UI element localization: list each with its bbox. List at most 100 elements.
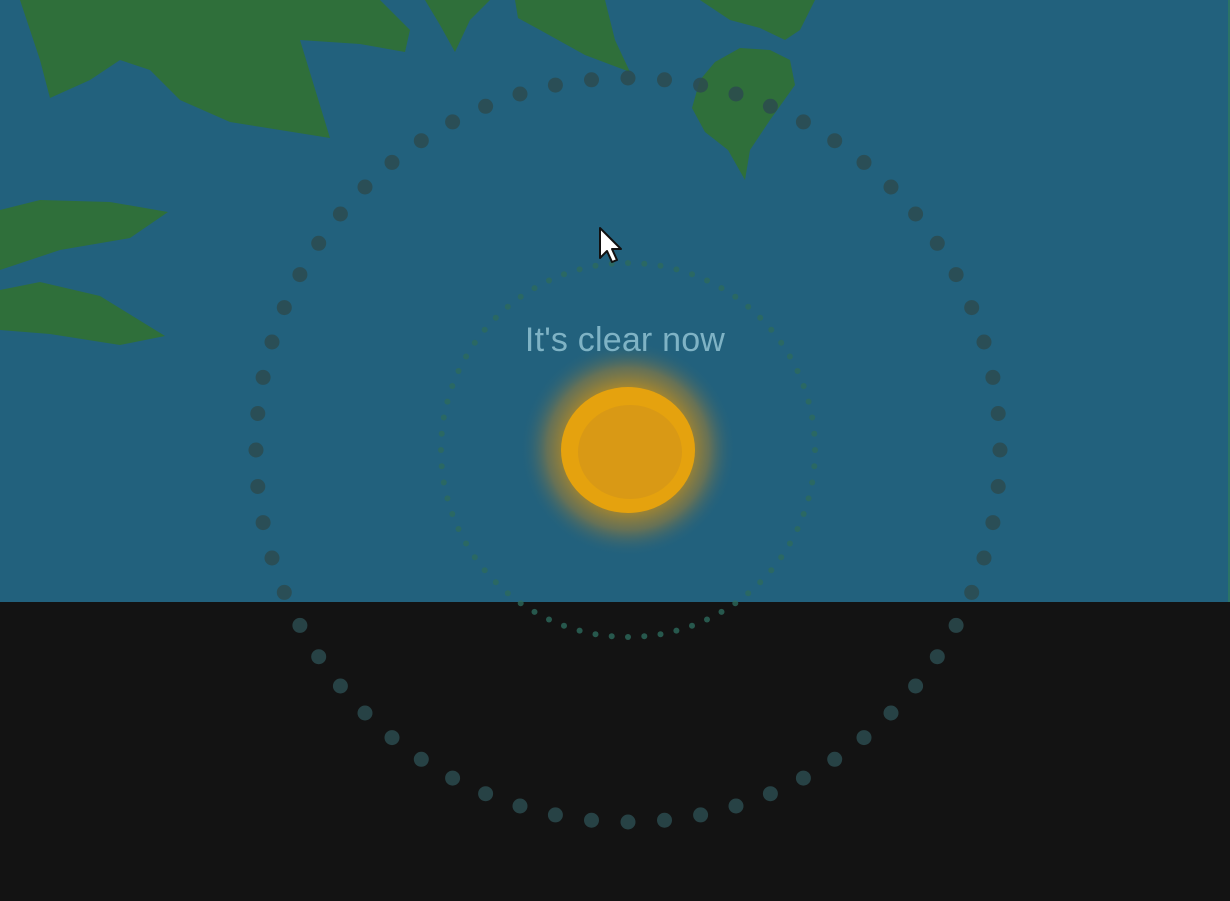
orbit-dot [795,770,811,786]
orbit-dot [625,260,631,266]
orbit-dot [445,114,461,130]
orbit-dot [440,414,447,421]
orbit-dot [795,114,811,130]
orbit-dot [985,515,1001,531]
weather-scene: It's clear now [0,0,1230,901]
orbit-dot [689,271,695,278]
orbit-dot [250,406,266,421]
orbit-dot [990,406,1006,421]
orbit-dot [657,631,664,638]
orbit-dot [811,463,818,470]
orbit-dot [332,678,348,694]
orbit-dot [311,649,327,665]
orbit-dot [481,326,488,333]
orbit-dot [625,634,631,640]
orbit-dot [757,579,764,586]
orbit-dot [786,353,793,360]
orbit-dot [255,515,271,531]
orbit-dot [276,300,292,316]
orbit-dot [689,622,695,629]
orbit-dot [768,326,775,333]
orbit-dot [883,705,899,721]
orbit-dot [786,540,793,547]
orbit-dot [812,447,818,453]
orbit-dot [800,383,807,389]
orbit-dot [492,314,499,321]
orbit-dot [827,133,843,149]
orbit-dot [948,267,964,283]
orbit-dot [929,235,945,251]
orbit-dot [673,627,680,634]
orbit-dot [908,206,924,222]
orbit-dot [718,608,725,615]
orbit-dot [561,622,567,629]
orbit-dot [445,770,461,786]
orbit-dot [264,334,280,350]
orbit-dot [657,812,672,828]
orbit-dot [745,590,752,597]
mouse-pointer-icon [599,227,622,263]
orbit-dot [255,369,271,385]
orbit-dot [332,206,348,222]
orbit-dot [455,526,462,532]
orbit-dot [547,77,563,93]
orbit-dot [276,584,292,600]
orbit-dot [504,303,511,310]
orbit-dot [584,72,599,88]
orbit-dot [620,814,636,830]
orbit-dot [620,70,636,86]
orbit-dot [762,98,778,114]
leaves-group [0,0,815,345]
orbit-dot [794,368,801,374]
sun-inner-highlight [578,405,682,499]
orbit-dot [438,430,445,437]
orbit-dot [929,649,945,665]
orbit-dot [757,314,764,321]
orbit-dot [449,383,456,389]
leaf-shape [0,282,165,345]
orbit-dot [794,526,801,532]
orbit-dot [805,398,812,405]
orbit-dot [641,633,648,640]
orbit-dot [811,430,818,437]
orbit-dot [248,442,264,458]
orbit-dot [463,353,470,360]
orbit-dot [455,368,462,374]
orbit-dot [718,285,725,292]
orbit-dot [985,369,1001,385]
orbit-dot [693,77,709,93]
orbit-dot [384,730,400,746]
orbit-dot [471,339,478,346]
leaf-shape [700,0,815,40]
orbit-dot [964,300,980,316]
orbit-dot [250,479,266,494]
orbit-dot [413,751,429,767]
orbit-dot [311,235,327,251]
weather-illustration [0,0,1008,830]
orbit-dot [809,414,816,421]
orbit-dot [492,579,499,586]
orbit-dot [384,154,400,170]
orbit-dot [976,334,992,350]
orbit-dot [471,554,478,561]
orbit-dot [292,267,308,283]
orbit-dot [576,266,583,273]
orbit-dot [728,798,744,814]
orbit-dot [438,447,444,453]
orbit-dot [762,786,778,802]
orbit-dot [561,271,567,278]
orbit-dot [546,277,552,284]
orbit-dot [704,616,710,623]
orbit-dot [856,154,872,170]
orbit-dot [531,285,538,292]
orbit-dot [805,495,812,502]
orbit-dot [444,495,451,502]
orbit-dot [657,262,664,269]
orbit-dot [964,584,980,600]
orbit-dot [673,266,680,273]
orbit-dot [732,293,739,300]
orbit-dot [657,72,672,88]
leaf-shape [692,48,795,180]
orbit-dot [608,633,615,640]
orbit-dot [478,786,494,802]
